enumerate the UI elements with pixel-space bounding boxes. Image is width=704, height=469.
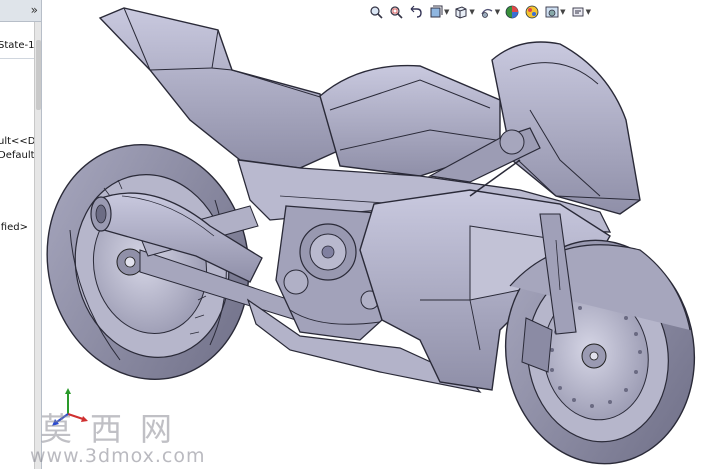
graphics-area[interactable]: ▼ ▼ ▼ ▼ ▼ (42, 0, 704, 469)
view-settings-icon[interactable] (570, 4, 586, 20)
previous-view-icon[interactable] (408, 4, 424, 20)
hide-show-items-icon[interactable] (504, 4, 520, 20)
tree-item-modified[interactable]: ified> (0, 222, 28, 234)
panel-header: » (0, 0, 41, 22)
view-orientation-icon[interactable] (453, 4, 469, 20)
tree-item-display-state[interactable]: State-1 (0, 40, 34, 52)
watermark-url: www.3dmox.com (30, 445, 206, 467)
tree-divider (0, 58, 34, 59)
view-settings-dropdown[interactable]: ▼ (586, 8, 591, 16)
tail-section[interactable] (98, 7, 347, 169)
apply-scene-icon[interactable] (544, 4, 560, 20)
edit-appearance-icon[interactable] (524, 4, 540, 20)
apply-scene-dropdown[interactable]: ▼ (560, 8, 565, 16)
display-style-icon[interactable] (479, 4, 495, 20)
view-orientation-dropdown[interactable]: ▼ (469, 8, 474, 16)
nose-cone[interactable] (491, 41, 641, 215)
section-view-dropdown[interactable]: ▼ (444, 8, 449, 16)
tree-scrollbar[interactable] (34, 22, 41, 469)
watermark-logo-text: 莫西网 (40, 410, 191, 448)
feature-manager-panel: » State-1 ult<<De Default> ified> (0, 0, 42, 469)
section-view-icon[interactable] (428, 4, 444, 20)
display-style-dropdown[interactable]: ▼ (495, 8, 500, 16)
heads-up-view-toolbar: ▼ ▼ ▼ ▼ ▼ (368, 3, 591, 21)
motorcycle-model[interactable] (42, 0, 704, 469)
expand-panel-icon[interactable]: » (31, 4, 38, 16)
scroll-thumb[interactable] (36, 40, 41, 110)
zoom-to-fit-icon[interactable] (368, 4, 384, 20)
zoom-to-area-icon[interactable] (388, 4, 404, 20)
feature-tree: State-1 ult<<De Default> ified> (0, 22, 41, 469)
